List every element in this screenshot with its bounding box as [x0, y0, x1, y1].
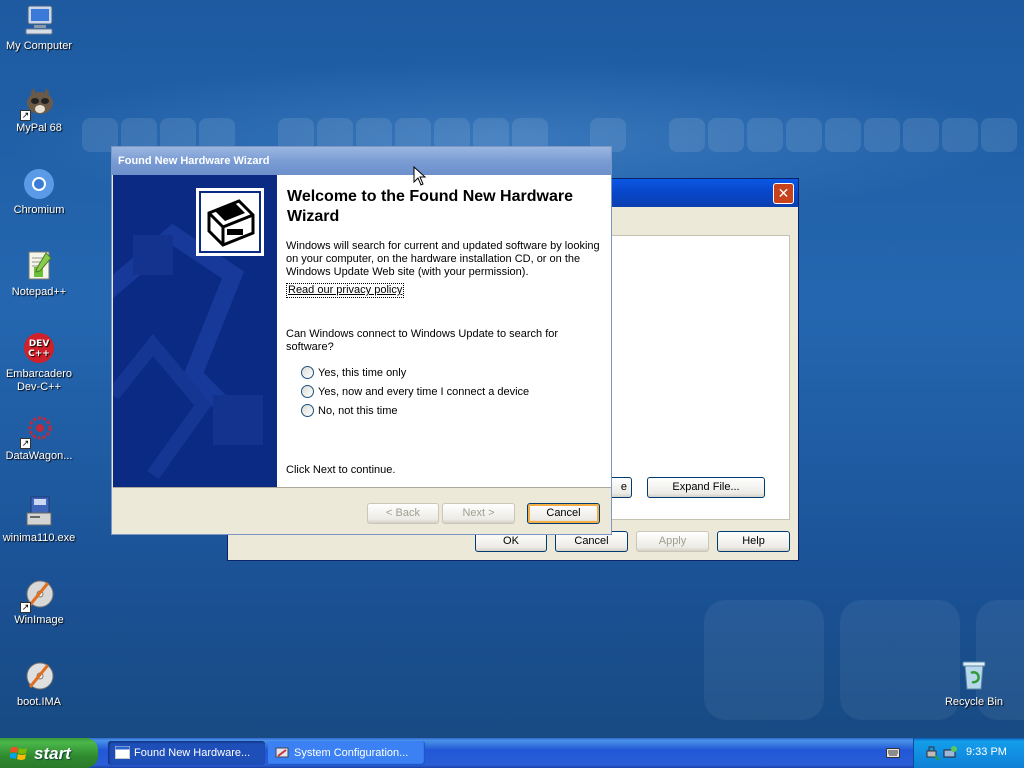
next-button[interactable]: Next >: [442, 503, 515, 524]
help-button[interactable]: Help: [717, 531, 790, 552]
radio-button[interactable]: [301, 385, 314, 398]
window-icon: [115, 746, 130, 759]
mypal-icon: ↗: [20, 85, 56, 121]
desktop-icon-label: Chromium: [13, 204, 65, 216]
start-button[interactable]: start: [0, 738, 98, 768]
system-config-icon: [275, 747, 289, 758]
cancel-button[interactable]: Cancel: [527, 503, 600, 524]
desktop-icon-winimage[interactable]: ↗ WinImage: [0, 577, 79, 627]
desktop-icon-recycle-bin[interactable]: Recycle Bin: [934, 659, 1014, 709]
installer-icon: [22, 495, 56, 529]
desktop-icon-label: Embarcadero Dev-C++: [5, 368, 73, 393]
task-label: Found New Hardware...: [134, 747, 251, 759]
radio-button[interactable]: [301, 404, 314, 417]
desktop-icon-label: Notepad++: [11, 286, 67, 298]
desktop-icon-label: boot.IMA: [16, 696, 62, 708]
window-title: Found New Hardware Wizard: [118, 155, 270, 167]
found-new-hardware-wizard: Found New Hardware Wizard Welcome to the…: [111, 146, 612, 535]
expand-file-button[interactable]: Expand File...: [647, 477, 765, 498]
hardware-icon: [196, 188, 264, 256]
continue-text: Click Next to continue.: [286, 464, 396, 476]
close-button[interactable]: ✕: [773, 183, 794, 204]
recycle-bin-icon: [957, 659, 991, 693]
option-label: Yes, now and every time I connect a devi…: [318, 386, 530, 398]
back-button[interactable]: < Back: [367, 503, 439, 524]
desktop-icon-label: winima110.exe: [2, 532, 76, 544]
option-no-not-this-time[interactable]: No, not this time: [301, 404, 397, 418]
disk-image-icon: [22, 659, 56, 693]
close-icon: ✕: [777, 185, 790, 201]
apply-button[interactable]: Apply: [636, 531, 709, 552]
intro-text: Windows will search for current and upda…: [286, 240, 600, 278]
desktop-icon-label: Recycle Bin: [944, 696, 1004, 708]
system-tray: 9:33 PM: [913, 738, 1024, 768]
option-yes-this-time[interactable]: Yes, this time only: [301, 366, 406, 380]
desktop-icon-my-computer[interactable]: My Computer: [0, 3, 79, 53]
devcpp-icon: DEV C++: [22, 331, 56, 365]
desktop-icon-boot-ima[interactable]: boot.IMA: [0, 659, 79, 709]
desktop-icon-notepadpp[interactable]: Notepad++: [0, 249, 79, 299]
desktop-icon-winima110[interactable]: winima110.exe: [0, 495, 79, 545]
wizard-heading: Welcome to the Found New Hardware Wizard: [287, 188, 573, 225]
option-label: Yes, this time only: [318, 367, 407, 379]
wizard-title-bar[interactable]: Found New Hardware Wizard: [112, 147, 611, 175]
desktop-icon-datawagon[interactable]: ↗ DataWagon...: [0, 413, 79, 463]
shortcut-arrow-icon: ↗: [20, 438, 31, 449]
keyboard-icon[interactable]: [886, 747, 900, 759]
svg-text:C++: C++: [28, 349, 50, 359]
desktop-icon-label: WinImage: [14, 614, 64, 626]
svg-text:DEV: DEV: [29, 339, 50, 349]
taskbar: start Found New Hardware... System Confi…: [0, 738, 1024, 768]
desktop-icon-label: MyPal 68: [16, 122, 62, 134]
datawagon-icon: ↗: [20, 413, 56, 449]
taskbar-item-found-new-hardware[interactable]: Found New Hardware...: [108, 741, 265, 765]
safely-remove-hardware-icon[interactable]: [924, 745, 940, 761]
desktop-icon-label: My Computer: [5, 40, 73, 52]
wizard-button-bar: < Back Next > Cancel: [113, 487, 611, 534]
wizard-content: Welcome to the Found New Hardware Wizard…: [277, 175, 611, 487]
winimage-icon: ↗: [20, 577, 56, 613]
desktop-icon-mypal[interactable]: ↗ MyPal 68: [0, 85, 79, 135]
desktop-icon-chromium[interactable]: Chromium: [0, 167, 79, 217]
my-computer-icon: [22, 3, 56, 37]
windows-logo-icon: [10, 747, 27, 760]
desktop-icon-devcpp[interactable]: DEV C++ Embarcadero Dev-C++: [0, 331, 79, 394]
radio-button[interactable]: [301, 366, 314, 379]
hardware-balloon-icon[interactable]: [942, 745, 958, 761]
shortcut-arrow-icon: ↗: [20, 602, 31, 613]
chromium-icon: [22, 167, 56, 201]
taskbar-item-system-configuration[interactable]: System Configuration...: [268, 741, 425, 765]
desktop-icon-label: DataWagon...: [5, 450, 73, 462]
clock[interactable]: 9:33 PM: [966, 746, 1007, 758]
shortcut-arrow-icon: ↗: [20, 110, 31, 121]
task-label: System Configuration...: [294, 747, 409, 759]
option-yes-every-time[interactable]: Yes, now and every time I connect a devi…: [301, 385, 529, 399]
wizard-side-banner: [113, 175, 277, 487]
option-label: No, not this time: [318, 405, 398, 417]
privacy-policy-link[interactable]: Read our privacy policy: [286, 283, 405, 298]
start-label: start: [34, 744, 71, 763]
question-text: Can Windows connect to Windows Update to…: [286, 328, 559, 353]
notepadpp-icon: [22, 249, 56, 283]
mouse-cursor-icon: [413, 166, 427, 186]
